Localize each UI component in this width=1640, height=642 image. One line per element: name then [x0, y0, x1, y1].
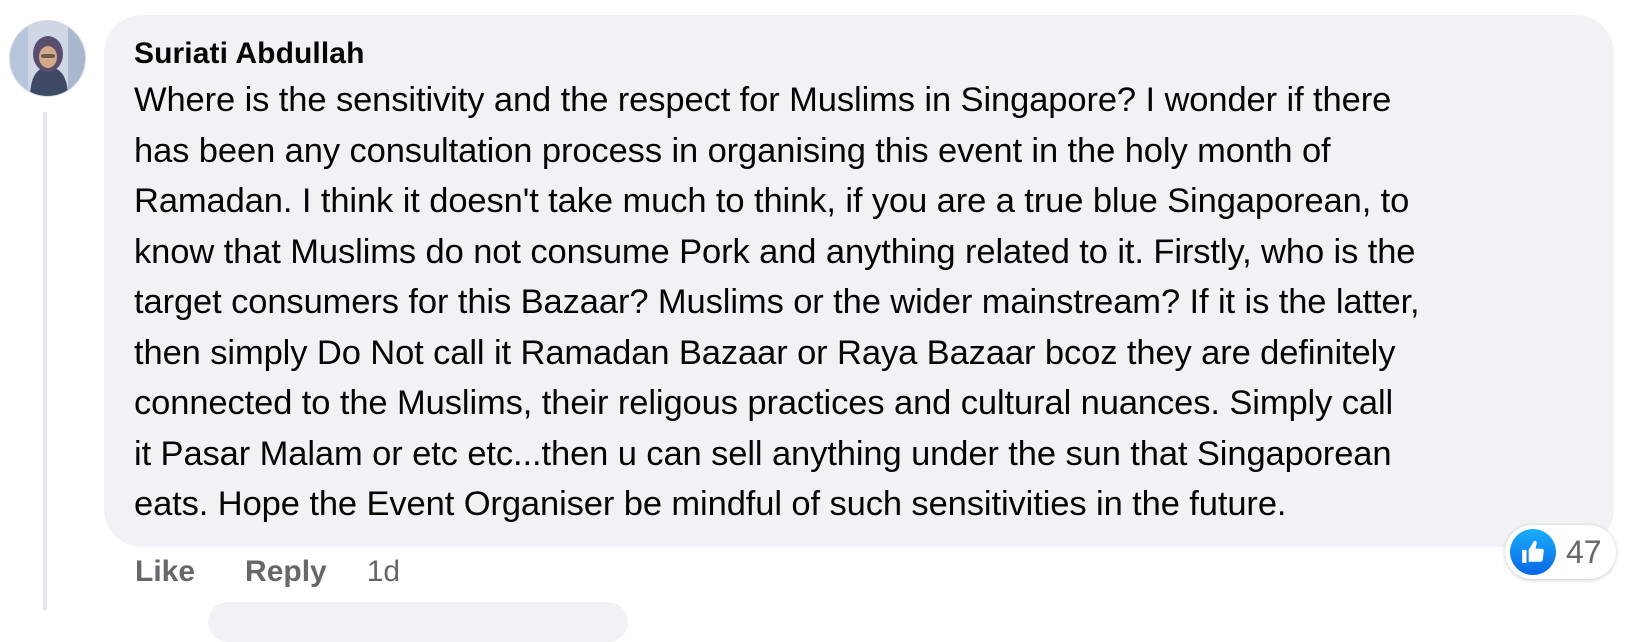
comment-text-line: then simply Do Not call it Ramadan Bazaa…	[134, 333, 1396, 372]
comment-actions: Like Reply 1d	[135, 552, 400, 592]
comment-bubble: Suriati Abdullah Where is the sensitivit…	[104, 15, 1614, 547]
comment-text-line: has been any consultation process in org…	[134, 131, 1331, 170]
comment-text-line: connected to the Muslims, their religous…	[134, 384, 1394, 422]
comment-text-line: Ramadan. I think it doesn't take much to…	[134, 182, 1410, 220]
avatar[interactable]	[9, 20, 86, 97]
comment-author[interactable]: Suriati Abdullah	[134, 35, 1586, 73]
reaction-summary[interactable]: 47	[1505, 525, 1616, 579]
comment-text: Where is the sensitivity and the respect…	[134, 75, 1586, 530]
like-button[interactable]: Like	[135, 555, 195, 589]
thread-line	[43, 112, 47, 610]
profile-photo	[10, 21, 85, 96]
comment-text-line: it Pasar Malam or etc etc...then u can s…	[134, 434, 1392, 473]
reaction-count: 47	[1566, 534, 1602, 570]
like-icon	[1510, 529, 1556, 575]
next-comment-bubble	[208, 602, 628, 642]
reply-button[interactable]: Reply	[245, 555, 327, 589]
comment-text-line: Where is the sensitivity and the respect…	[134, 81, 1392, 119]
comment-text-line: target consumers for this Bazaar? Muslim…	[134, 283, 1420, 321]
comment-text-line: know that Muslims do not consume Pork an…	[134, 232, 1416, 271]
comment-timestamp[interactable]: 1d	[367, 555, 400, 589]
comment-text-line: eats. Hope the Event Organiser be mindfu…	[134, 485, 1287, 523]
